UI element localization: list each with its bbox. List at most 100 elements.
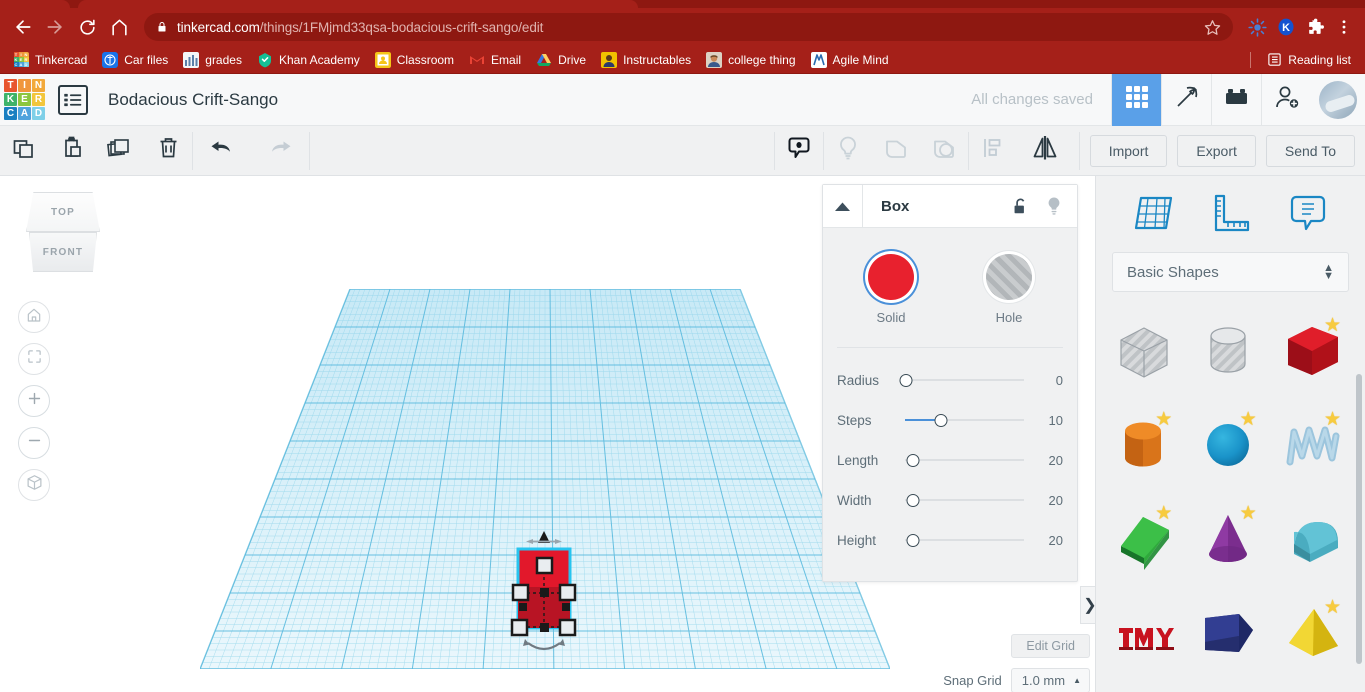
slider-knob[interactable]	[899, 373, 913, 387]
menu-kebab-icon[interactable]	[1331, 14, 1357, 40]
mirror-button[interactable]	[1017, 126, 1073, 176]
wedge-shape[interactable]	[1186, 586, 1270, 680]
cone-shape[interactable]: ★	[1186, 492, 1270, 586]
bookmark-agile-mind[interactable]: Agile Mind	[804, 49, 896, 71]
ortho-perspective-button[interactable]	[18, 469, 50, 501]
zoom-in-button[interactable]	[18, 385, 50, 417]
copy-icon	[12, 136, 37, 166]
tinkercad-logo[interactable]: T I N K E R C A D	[4, 78, 46, 121]
shape-category-select[interactable]: Basic Shapes ▲ ▼	[1112, 252, 1349, 292]
pyramid-shape[interactable]: ★	[1271, 586, 1355, 680]
bookmark-car-files[interactable]: Car files	[95, 49, 175, 71]
send-to-button[interactable]: Send To	[1265, 134, 1355, 167]
list-panel-icon[interactable]	[58, 84, 88, 115]
avatar[interactable]	[1319, 80, 1357, 119]
delete-button[interactable]	[144, 126, 192, 176]
invite-button[interactable]	[1261, 73, 1311, 126]
ruler-button[interactable]	[824, 126, 872, 176]
tab-left-edge[interactable]	[0, 0, 70, 8]
note-tool[interactable]	[1281, 192, 1335, 238]
k-extension-icon[interactable]: K	[1273, 14, 1299, 40]
roof-shape[interactable]: ★	[1102, 492, 1186, 586]
text-shape[interactable]	[1102, 586, 1186, 680]
view-cube[interactable]: TOP FRONT	[26, 192, 100, 272]
home-icon[interactable]	[104, 12, 134, 42]
bookmark-instructables[interactable]: Instructables	[594, 49, 698, 71]
blocks-view-button[interactable]	[1111, 73, 1161, 126]
solid-option[interactable]: Solid	[855, 254, 927, 325]
bookmark-drive[interactable]: Drive	[529, 49, 593, 71]
slider-value[interactable]: 20	[1024, 493, 1063, 508]
scribble-shape[interactable]: ★	[1271, 398, 1355, 492]
bookmark-email[interactable]: Email	[462, 49, 528, 71]
active-browser-tab[interactable]	[78, 0, 638, 8]
width-slider[interactable]	[904, 492, 1024, 508]
export-button[interactable]: Export	[1177, 134, 1256, 167]
paste-button[interactable]	[48, 126, 96, 176]
import-button[interactable]: Import	[1089, 134, 1168, 167]
height-handle-icon	[526, 531, 562, 544]
bookmark-college-thing[interactable]: college thing	[699, 49, 802, 71]
hole-swatch[interactable]	[986, 254, 1032, 300]
slider-knob[interactable]	[906, 493, 920, 507]
view-cube-front-face[interactable]: FRONT	[29, 232, 97, 272]
reload-icon[interactable]	[72, 12, 102, 42]
height-slider[interactable]	[904, 532, 1024, 548]
snap-grid-select[interactable]: 1.0 mm ▲	[1010, 668, 1090, 692]
slider-knob[interactable]	[906, 533, 920, 547]
copy-button[interactable]	[0, 126, 48, 176]
collapse-caret-icon[interactable]	[823, 184, 863, 228]
workplane-button[interactable]	[775, 126, 823, 176]
duplicate-button[interactable]	[96, 126, 144, 176]
bookmark-grades[interactable]: grades	[176, 49, 249, 71]
steps-slider[interactable]	[904, 412, 1024, 428]
unlock-icon[interactable]	[1003, 185, 1037, 228]
drive-favicon	[536, 52, 552, 68]
lightbulb-icon	[836, 135, 860, 166]
undo-button[interactable]	[193, 126, 251, 176]
lightbulb-icon[interactable]	[1037, 185, 1071, 228]
sun-extension-icon[interactable]	[1244, 14, 1270, 40]
minecraft-button[interactable]	[1161, 73, 1211, 126]
blocks-brick-button[interactable]	[1211, 73, 1261, 126]
box-hole-shape[interactable]	[1102, 304, 1186, 398]
solid-color-swatch[interactable]	[868, 254, 914, 300]
reading-list-button[interactable]: Reading list	[1259, 49, 1358, 71]
slider-knob[interactable]	[906, 453, 920, 467]
puzzle-extension-icon[interactable]	[1302, 14, 1328, 40]
bookmark-classroom[interactable]: Classroom	[368, 49, 461, 71]
address-bar[interactable]: tinkercad.com/things/1FMjmd33qsa-bodacio…	[144, 13, 1233, 41]
round-roof-shape[interactable]	[1271, 492, 1355, 586]
slider-knob[interactable]	[934, 413, 948, 427]
sidebar-scrollbar[interactable]	[1356, 374, 1362, 664]
slider-value[interactable]: 10	[1024, 413, 1063, 428]
view-cube-top-face[interactable]: TOP	[26, 192, 100, 232]
cylinder-hole-shape[interactable]	[1186, 304, 1270, 398]
box-shape[interactable]: ★	[1271, 304, 1355, 398]
slider-value[interactable]: 20	[1024, 453, 1063, 468]
slider-value[interactable]: 20	[1024, 533, 1063, 548]
forward-arrow-icon[interactable]	[40, 12, 70, 42]
workplane-tool[interactable]	[1126, 192, 1180, 238]
hole-option[interactable]: Hole	[973, 254, 1045, 325]
bookmark-khan-academy[interactable]: Khan Academy	[250, 49, 367, 71]
group-button[interactable]	[872, 126, 920, 176]
bookmark-star-icon[interactable]	[1194, 19, 1221, 36]
zoom-out-button[interactable]	[18, 427, 50, 459]
cylinder-shape[interactable]: ★	[1102, 398, 1186, 492]
bookmark-label: Classroom	[396, 52, 455, 67]
length-slider[interactable]	[904, 452, 1024, 468]
edit-grid-button[interactable]: Edit Grid	[1011, 634, 1090, 658]
align-button[interactable]	[969, 126, 1017, 176]
radius-slider[interactable]	[899, 372, 1024, 388]
redo-button[interactable]	[251, 126, 309, 176]
ruler-tool[interactable]	[1203, 192, 1257, 238]
back-arrow-icon[interactable]	[8, 12, 38, 42]
slider-value[interactable]: 0	[1024, 373, 1063, 388]
bookmark-tinkercad[interactable]: TIN KER CAD Tinkercad	[6, 49, 94, 71]
home-view-button[interactable]	[18, 301, 50, 333]
ungroup-button[interactable]	[920, 126, 968, 176]
sphere-shape[interactable]: ★	[1186, 398, 1270, 492]
fit-all-button[interactable]	[18, 343, 50, 375]
bookmark-label: Agile Mind	[832, 52, 889, 67]
